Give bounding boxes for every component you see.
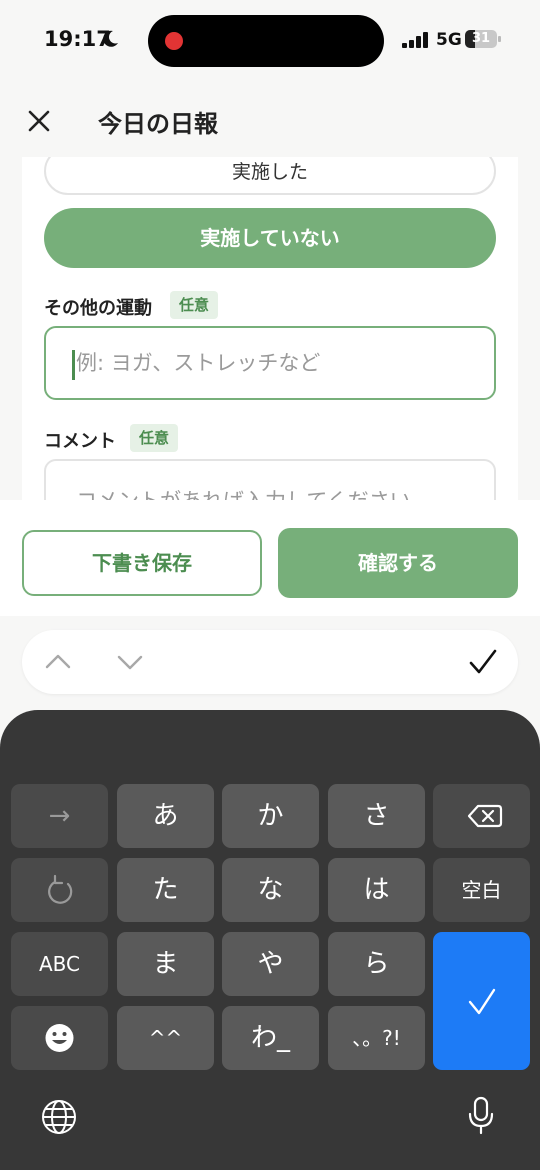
recording-indicator-icon [165, 32, 183, 50]
key-wa[interactable]: わ_ [222, 1006, 319, 1070]
done-check-icon[interactable] [468, 648, 498, 676]
confirm-button[interactable]: 確認する [278, 528, 518, 598]
japanese-keyboard: → あ か さ た な は 空白 ABC ま や ら ^^ わ_ 、。?! [0, 710, 540, 1170]
app-header: 今日の日報 [0, 88, 540, 156]
key-sa[interactable]: さ [328, 784, 425, 848]
key-next[interactable]: → [11, 784, 108, 848]
key-ya[interactable]: や [222, 932, 319, 996]
key-ra[interactable]: ら [328, 932, 425, 996]
option-done-button[interactable]: 実施した [44, 157, 496, 195]
optional-badge: 任意 [170, 291, 219, 319]
network-type: 5G [436, 30, 462, 50]
other-exercise-label: その他の運動 [44, 298, 152, 319]
text-caret [72, 350, 75, 380]
key-ta[interactable]: た [117, 858, 214, 922]
key-ma[interactable]: ま [117, 932, 214, 996]
other-exercise-placeholder: 例: ヨガ、ストレッチなど [76, 351, 321, 375]
key-na[interactable]: な [222, 858, 319, 922]
battery-tip [498, 36, 501, 42]
globe-icon[interactable] [40, 1098, 78, 1136]
keyboard-accessory-bar [22, 630, 518, 694]
key-space[interactable]: 空白 [433, 858, 530, 922]
optional-badge: 任意 [130, 424, 179, 452]
cellular-signal-icon [402, 32, 430, 48]
battery-icon: 31 [465, 30, 497, 48]
key-ka[interactable]: か [222, 784, 319, 848]
comment-input[interactable]: コメントがあれば入力してください [44, 459, 496, 500]
key-abc[interactable]: ABC [11, 932, 108, 996]
save-draft-button[interactable]: 下書き保存 [22, 530, 262, 596]
key-a[interactable]: あ [117, 784, 214, 848]
key-undo[interactable] [11, 858, 108, 922]
comment-placeholder: コメントがあれば入力してください [76, 485, 411, 500]
option-not-done-button[interactable]: 実施していない [44, 208, 496, 268]
page-title: 今日の日報 [98, 110, 218, 138]
key-ha[interactable]: は [328, 858, 425, 922]
key-kaomoji[interactable]: ^^ [117, 1006, 214, 1070]
form-card: 実施した 実施していない その他の運動 任意 例: ヨガ、ストレッチなど コメン… [22, 157, 518, 500]
key-punctuation[interactable]: 、。?! [328, 1006, 425, 1070]
other-exercise-input[interactable]: 例: ヨガ、ストレッチなど [44, 326, 496, 400]
chevron-up-icon[interactable] [44, 651, 72, 671]
comment-label: コメント [44, 431, 116, 452]
mic-icon[interactable] [467, 1096, 495, 1136]
status-bar: 19:17 5G 31 [0, 0, 540, 80]
moon-icon [100, 29, 120, 49]
chevron-down-icon[interactable] [116, 653, 144, 673]
close-icon[interactable] [24, 106, 54, 136]
key-return[interactable] [433, 932, 530, 1070]
battery-level: 31 [471, 31, 491, 46]
action-bar: 下書き保存 確認する [0, 500, 540, 616]
dynamic-island [148, 15, 384, 67]
key-delete[interactable] [433, 784, 530, 848]
key-emoji[interactable] [11, 1006, 108, 1070]
